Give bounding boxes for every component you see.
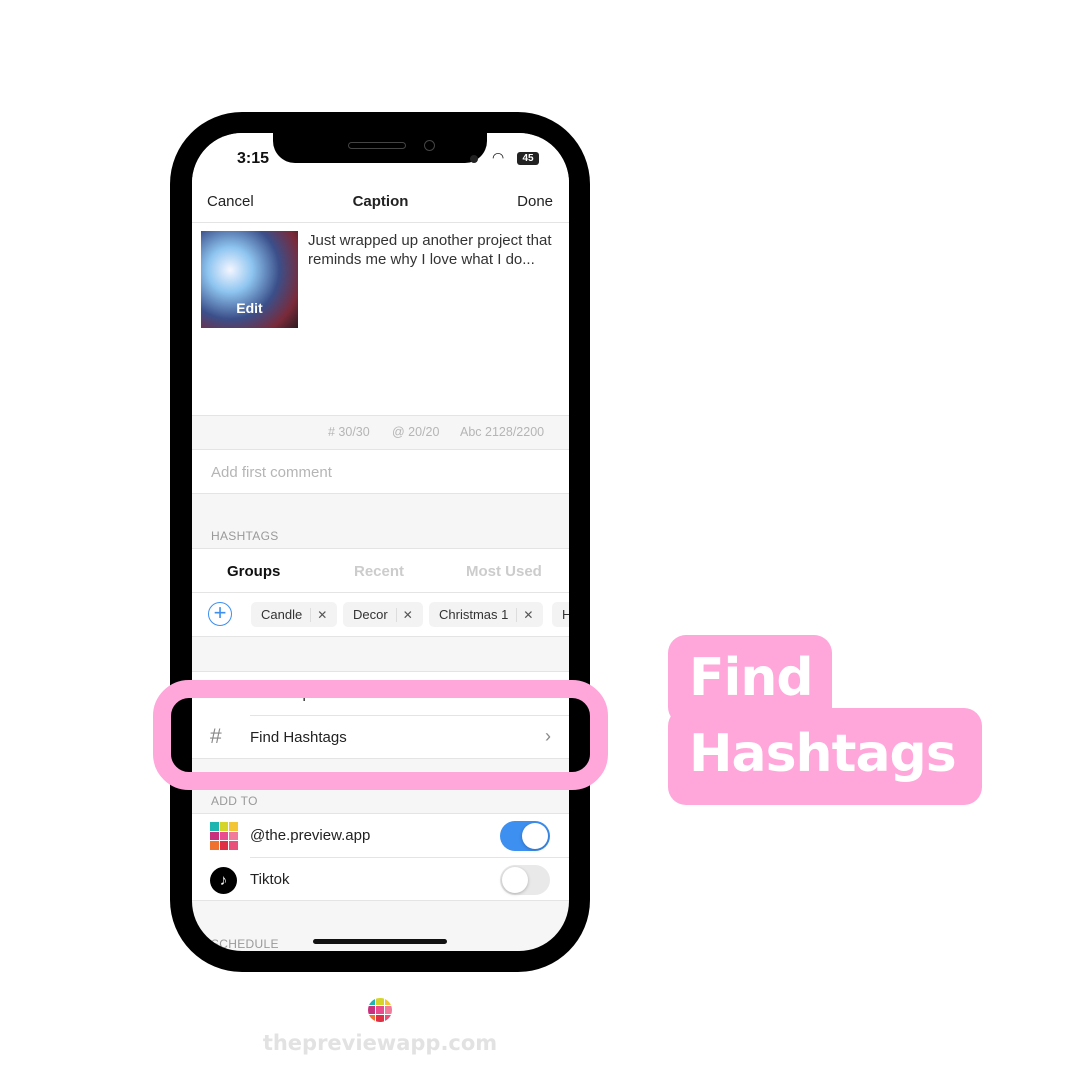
account-name: Tiktok xyxy=(250,871,290,888)
counters-row: # 30/30 @ 20/20 Abc 2128/2200 xyxy=(192,415,569,450)
tiktok-icon: ♪ xyxy=(210,867,237,894)
preview-toggle[interactable] xyxy=(500,821,550,851)
highlight-outline xyxy=(153,680,608,790)
chip-label: Candle xyxy=(261,607,303,622)
toggle-knob xyxy=(502,867,528,893)
hashtag-chip[interactable]: Candle ✕ xyxy=(251,602,338,627)
tab-most-used[interactable]: Most Used xyxy=(466,563,542,580)
add-to-list: @the.preview.app ♪ Tiktok xyxy=(192,813,569,901)
add-group-icon[interactable]: + xyxy=(208,602,232,626)
chip-label: H xyxy=(562,607,569,622)
tiktok-toggle[interactable] xyxy=(500,865,550,895)
first-comment-input[interactable]: Add first comment xyxy=(211,464,332,481)
edit-label[interactable]: Edit xyxy=(201,300,298,316)
page-title: Caption xyxy=(352,193,409,210)
caption-area: Edit Just wrapped up another project tha… xyxy=(192,223,569,416)
hashtag-groups-row: + Candle ✕ Decor ✕ Christmas 1 ✕ H xyxy=(192,593,569,637)
remove-icon[interactable]: ✕ xyxy=(395,607,413,622)
tab-groups[interactable]: Groups xyxy=(227,563,280,580)
hashtag-chip[interactable]: H xyxy=(552,602,569,627)
tab-recent[interactable]: Recent xyxy=(354,563,404,580)
notch xyxy=(273,133,487,163)
schedule-section-label: SCHEDULE xyxy=(211,937,279,951)
mention-count: @ 20/20 xyxy=(392,425,440,439)
preview-logo-icon xyxy=(368,998,392,1022)
home-indicator xyxy=(313,939,447,944)
speaker xyxy=(348,142,406,149)
char-count: Abc 2128/2200 xyxy=(460,425,545,439)
preview-app-icon xyxy=(210,822,238,850)
chip-label: Decor xyxy=(353,607,388,622)
hashtag-count: # 30/30 xyxy=(328,425,370,439)
add-to-section-label: ADD TO xyxy=(211,794,258,808)
battery-icon: 45 xyxy=(517,152,539,165)
caption-input[interactable]: Just wrapped up another project that rem… xyxy=(308,231,558,269)
camera xyxy=(424,140,435,151)
callout-line2: Hashtags xyxy=(689,724,957,784)
done-button[interactable]: Done xyxy=(517,193,553,210)
wifi-icon: ◠ xyxy=(492,149,505,165)
hashtag-chip[interactable]: Christmas 1 ✕ xyxy=(429,602,544,627)
post-thumbnail[interactable]: Edit xyxy=(201,231,298,328)
signal-icon xyxy=(470,155,484,163)
toggle-knob xyxy=(522,823,548,849)
chip-label: Christmas 1 xyxy=(439,607,509,622)
remove-icon[interactable]: ✕ xyxy=(516,607,533,622)
hashtag-tabs: Groups Recent Most Used xyxy=(192,548,569,593)
callout-line1: Find xyxy=(689,648,814,708)
footer-site: thepreviewapp.com xyxy=(262,1031,498,1055)
nav-bar: Cancel Caption Done xyxy=(192,180,569,223)
divider xyxy=(250,857,569,858)
remove-icon[interactable]: ✕ xyxy=(310,607,327,622)
status-time: 3:15 xyxy=(237,150,270,167)
phone-screen: 3:15 ◠ 45 Cancel Caption Done Edit Just … xyxy=(192,133,569,951)
hashtag-chip[interactable]: Decor ✕ xyxy=(343,602,423,627)
hashtags-section-label: HASHTAGS xyxy=(211,529,279,543)
comment-row[interactable]: Add first comment xyxy=(192,450,569,494)
account-name: @the.preview.app xyxy=(250,827,371,844)
